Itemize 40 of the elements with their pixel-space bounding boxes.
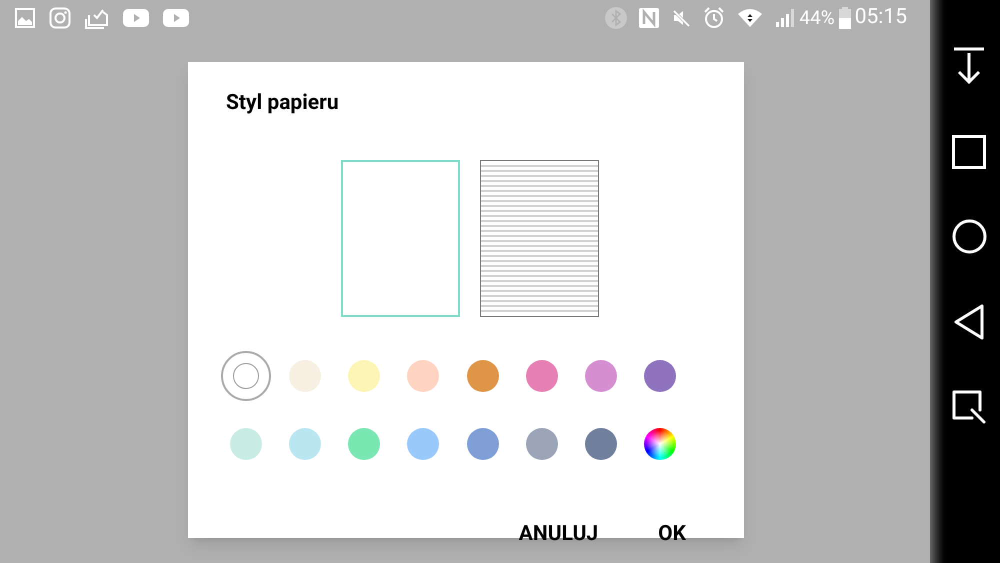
battery-percent: 44% [799,4,835,31]
play-icon [163,8,189,28]
nfc-icon [639,8,660,28]
inbox-check-icon [85,7,109,29]
color-swatch[interactable] [407,360,440,392]
signal-icon [775,8,796,28]
no-color-swatch[interactable] [232,363,259,389]
play-icon [123,8,149,28]
color-swatch[interactable] [288,428,321,460]
square-icon[interactable] [952,135,986,169]
color-swatch[interactable] [466,428,499,460]
lined-paper-option[interactable] [480,160,599,317]
alarm-icon [703,7,726,29]
color-swatch[interactable] [644,360,676,392]
color-swatch[interactable] [288,360,321,392]
bluetooth-icon [605,7,628,29]
capture-icon[interactable] [952,390,986,424]
color-wheel-swatch[interactable] [644,428,676,460]
clock-time: 05:15 [854,4,907,32]
dialog-title: Styl papieru [226,90,340,117]
camera-icon [49,7,71,29]
color-swatch[interactable] [526,428,558,460]
color-swatch[interactable] [407,428,440,460]
color-swatch[interactable] [348,360,380,392]
color-swatch[interactable] [230,428,262,460]
color-swatch[interactable] [585,360,618,392]
color-swatch[interactable] [526,360,558,392]
gallery-icon [15,8,35,28]
battery-icon [838,7,851,29]
color-swatch[interactable] [348,428,380,460]
home-circle-icon[interactable] [952,219,986,254]
plain-paper-option[interactable] [341,160,460,317]
mute-icon [671,8,692,28]
ok-button[interactable]: OK [638,513,706,556]
wifi-icon [737,8,764,28]
back-icon[interactable] [954,304,984,340]
download-icon[interactable] [953,47,985,85]
color-swatch[interactable] [466,360,499,392]
color-swatch[interactable] [585,428,618,460]
cancel-button[interactable]: ANULUJ [498,513,618,556]
